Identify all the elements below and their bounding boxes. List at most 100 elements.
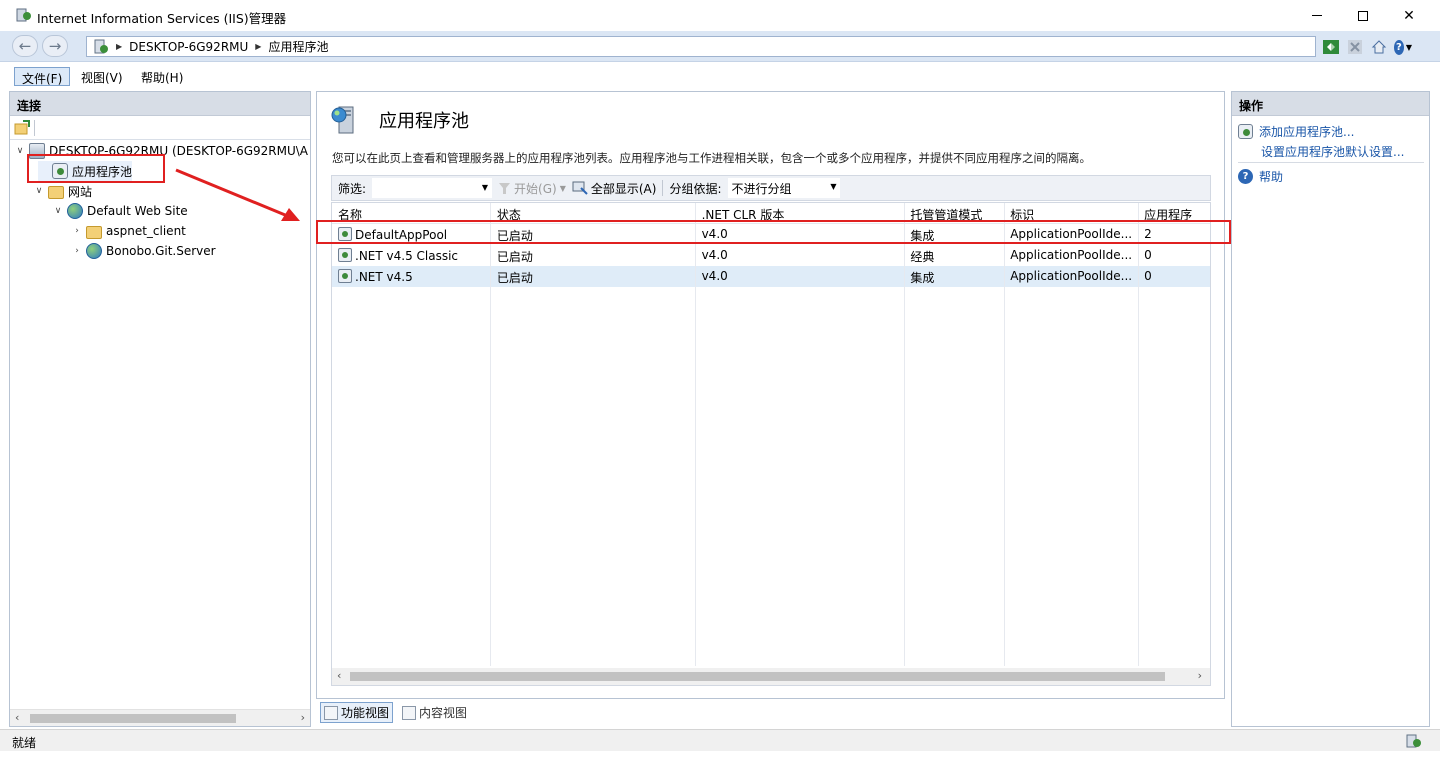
forward-button[interactable]: → [42, 35, 68, 57]
chevron-down-icon[interactable]: ∨ [15, 146, 25, 156]
row-status: 已启动 [496, 271, 533, 285]
home-button[interactable] [1370, 38, 1388, 56]
set-app-pool-defaults-label: 设置应用程序池默认设置... [1261, 145, 1405, 159]
close-button[interactable]: ✕ [1386, 0, 1432, 31]
connections-horizontal-scrollbar[interactable]: ‹ › [10, 709, 310, 726]
row-clr-version: v4.0 [701, 227, 728, 241]
actions-header: 操作 [1232, 92, 1429, 116]
column-header-applications[interactable]: 应用程序 [1138, 203, 1210, 223]
group-by-select[interactable]: 不进行分组 ▼ [727, 178, 840, 198]
chevron-right-icon[interactable]: › [72, 226, 82, 236]
stop-icon [1348, 40, 1362, 54]
tree-item-app-pools[interactable]: 应用程序池 [38, 161, 133, 181]
scrollbar-thumb[interactable] [350, 672, 1165, 681]
add-app-pool-link[interactable]: 添加应用程序池... [1238, 123, 1354, 140]
row-name: .NET v4.5 [355, 270, 413, 284]
tab-label: 功能视图 [341, 706, 390, 720]
show-all-label: 全部显示(A) [590, 181, 657, 196]
breadcrumb-app-pools[interactable]: 应用程序池 [268, 38, 328, 55]
tree-item-server[interactable]: ∨ DESKTOP-6G92RMU (DESKTOP-6G92RMU\A [15, 141, 308, 161]
scrollbar-thumb[interactable] [30, 714, 236, 723]
row-identity: ApplicationPoolIde... [1010, 248, 1133, 262]
help-link[interactable]: ? 帮助 [1238, 168, 1283, 185]
column-header-status[interactable]: 状态 [491, 203, 696, 223]
folder-icon [86, 225, 102, 239]
tree-item-default-web-site[interactable]: ∨ Default Web Site [53, 201, 188, 221]
back-button[interactable]: ← [12, 35, 38, 57]
minimize-icon [1312, 15, 1322, 16]
title-bar: Internet Information Services (IIS)管理器 ✕ [0, 0, 1440, 31]
scroll-right-icon[interactable]: › [301, 711, 305, 724]
row-name: DefaultAppPool [355, 228, 448, 242]
home-icon [1371, 40, 1387, 54]
tree-item-bonobo-git-server[interactable]: › Bonobo.Git.Server [72, 241, 216, 261]
menu-bar: 文件(F) 视图(V) 帮助(H) [0, 62, 1440, 90]
row-name-cell: .NET v4.5 [332, 266, 491, 287]
stop-button[interactable] [1346, 38, 1364, 56]
chevron-down-icon[interactable]: ∨ [34, 186, 44, 196]
group-by-value: 不进行分组 [731, 182, 792, 196]
server-icon [29, 143, 45, 159]
row-applications: 0 [1144, 269, 1152, 283]
grid-horizontal-scrollbar[interactable]: ‹ › [332, 668, 1210, 685]
minimize-button[interactable] [1294, 0, 1340, 31]
column-header-pipeline-mode[interactable]: 托管管道模式 [904, 203, 1004, 223]
group-by-label: 分组依据: [669, 181, 722, 196]
chevron-down-icon[interactable]: ▼ [482, 183, 488, 192]
address-bar[interactable]: ▶ DESKTOP-6G92RMU ▶ 应用程序池 [86, 36, 1316, 57]
tab-content-view[interactable]: 内容视图 [399, 702, 470, 723]
row-name-cell: DefaultAppPool [332, 224, 491, 245]
filter-input[interactable]: ▼ [372, 178, 493, 198]
chevron-down-icon: ▼ [1405, 42, 1412, 52]
row-pipeline-mode: 集成 [910, 271, 935, 285]
table-row[interactable]: .NET v4.5 已启动 v4.0 集成 ApplicationPoolIde… [332, 266, 1210, 287]
column-header-identity[interactable]: 标识 [1004, 203, 1138, 223]
table-row[interactable]: .NET v4.5 Classic 已启动 v4.0 经典 Applicatio… [332, 245, 1210, 266]
row-clr-version: v4.0 [701, 269, 728, 283]
connections-toolbar [10, 116, 310, 140]
menu-view[interactable]: 视图(V) [74, 67, 130, 86]
nav-toolbar: ? ▼ [1322, 38, 1412, 56]
menu-help[interactable]: 帮助(H) [134, 67, 190, 86]
app-pool-icon [338, 269, 352, 283]
scroll-right-icon[interactable]: › [1198, 669, 1202, 682]
chevron-down-icon: ▼ [830, 182, 837, 191]
status-text: 就绪 [12, 736, 37, 750]
close-icon: ✕ [1403, 7, 1415, 24]
chevron-down-icon: ▼ [559, 183, 566, 193]
maximize-button[interactable] [1340, 0, 1386, 31]
column-header-name[interactable]: 名称 [332, 203, 491, 223]
connect-icon[interactable] [14, 119, 30, 136]
table-row[interactable]: DefaultAppPool 已启动 v4.0 集成 ApplicationPo… [332, 224, 1210, 245]
help-dropdown-button[interactable]: ? ▼ [1394, 38, 1412, 56]
tree-item-sites[interactable]: ∨ 网站 [34, 181, 92, 201]
refresh-icon [1323, 40, 1339, 54]
tree-item-aspnet-client[interactable]: › aspnet_client [72, 221, 186, 241]
app-pool-icon [338, 227, 352, 241]
maximize-icon [1358, 10, 1368, 21]
tab-label: 内容视图 [419, 706, 468, 720]
filter-label: 筛选: [338, 181, 367, 196]
menu-file[interactable]: 文件(F) [14, 67, 71, 86]
scroll-left-icon[interactable]: ‹ [337, 669, 341, 682]
column-header-clr-version[interactable]: .NET CLR 版本 [696, 203, 905, 223]
scroll-left-icon[interactable]: ‹ [15, 711, 19, 724]
app-pool-icon [338, 248, 352, 262]
breadcrumb-server[interactable]: DESKTOP-6G92RMU [129, 40, 248, 54]
status-bar: 就绪 [0, 729, 1440, 751]
row-applications: 2 [1144, 227, 1152, 241]
refresh-button[interactable] [1322, 38, 1340, 56]
server-icon [94, 39, 108, 53]
chevron-down-icon[interactable]: ∨ [53, 206, 63, 216]
add-app-pool-label: 添加应用程序池... [1259, 125, 1355, 139]
start-filter-button[interactable]: 开始(G) ▼ [498, 180, 566, 197]
show-all-button[interactable]: 全部显示(A) [572, 180, 657, 197]
breadcrumb-separator-icon: ▶ [116, 42, 123, 51]
app-pool-icon [1238, 124, 1253, 139]
tree-item-label: 网站 [68, 184, 93, 199]
tab-features-view[interactable]: 功能视图 [320, 702, 394, 723]
grid-header: 名称 状态 .NET CLR 版本 托管管道模式 标识 应用程序 [332, 203, 1210, 224]
row-name: .NET v4.5 Classic [355, 249, 459, 263]
chevron-right-icon[interactable]: › [72, 246, 82, 256]
set-app-pool-defaults-link[interactable]: 设置应用程序池默认设置... [1261, 143, 1404, 160]
